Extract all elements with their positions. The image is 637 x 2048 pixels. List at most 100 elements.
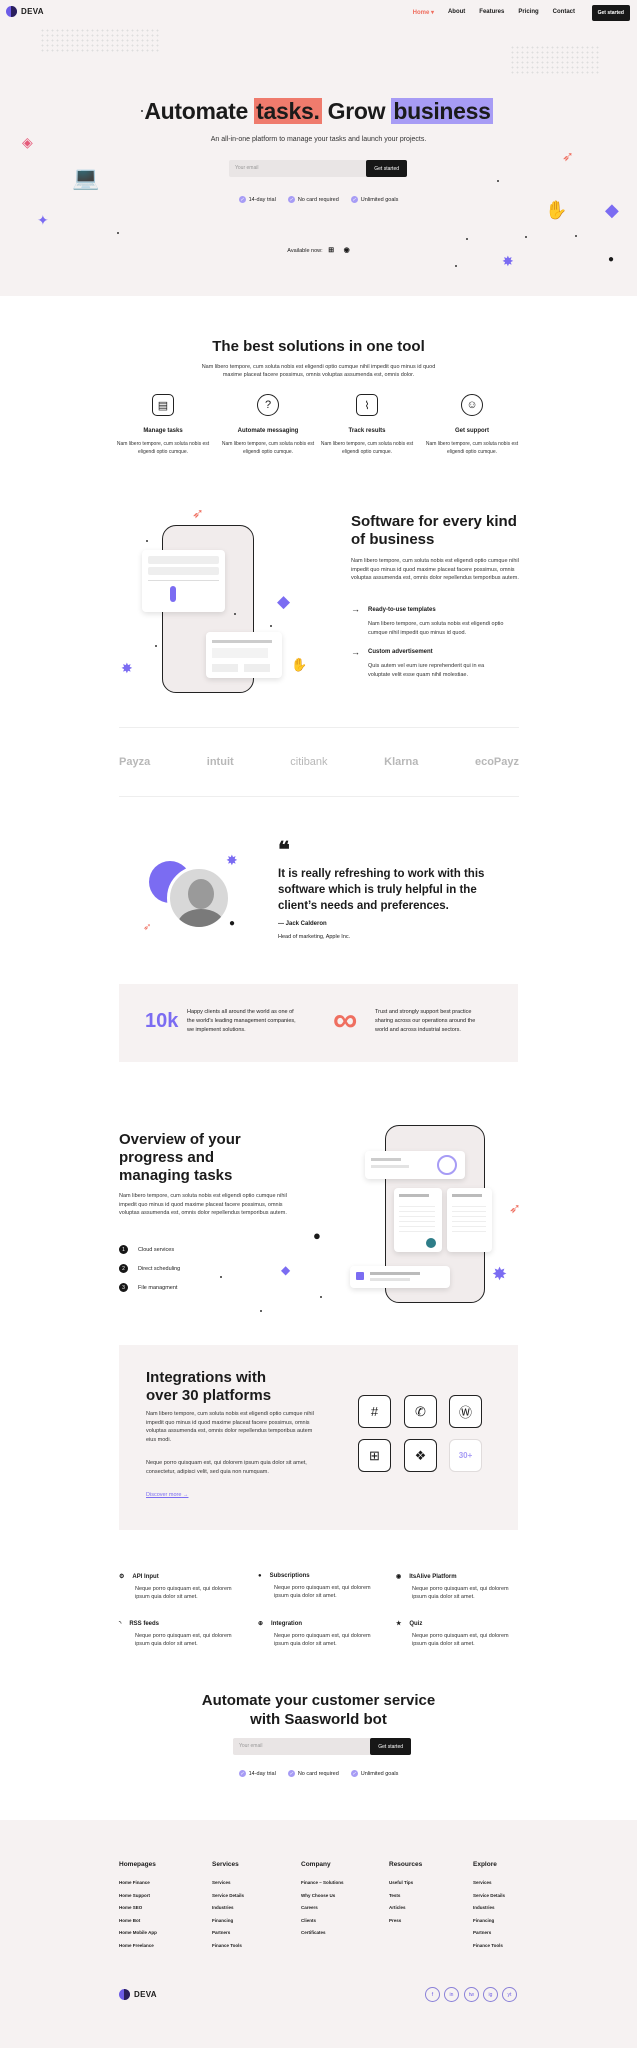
nav-pricing[interactable]: Pricing bbox=[518, 9, 538, 16]
check-icon: ✓ bbox=[350, 196, 358, 203]
instagram-icon[interactable]: ig bbox=[483, 1987, 498, 2002]
support-icon: ☺ bbox=[461, 394, 483, 416]
check-icon: ✓ bbox=[287, 1770, 295, 1777]
footer-link[interactable]: Service Details bbox=[212, 1893, 244, 1898]
check-item: ✓ 14-day trial bbox=[238, 196, 276, 203]
footer-link[interactable]: Home Mobile App bbox=[119, 1930, 157, 1935]
nav-links: Home ▾ About Features Pricing Contact bbox=[413, 9, 575, 16]
android-icon[interactable]: ◉ bbox=[344, 247, 350, 254]
divider bbox=[119, 796, 519, 797]
footer-link[interactable]: Financing bbox=[212, 1918, 244, 1923]
footer-link[interactable]: Industries bbox=[473, 1905, 505, 1910]
footer-link[interactable]: Home Support bbox=[119, 1893, 157, 1898]
stat-text: Happy clients all around the world as on… bbox=[187, 1009, 296, 1033]
github-icon: ◉ bbox=[396, 1574, 402, 1580]
check-item: ✓ No card required bbox=[287, 1770, 339, 1777]
quote-icon: ❝ bbox=[278, 837, 290, 862]
feature-desc: Nam libero tempore, cum soluta nobis est… bbox=[425, 441, 519, 455]
footer-link[interactable]: Clients bbox=[301, 1918, 344, 1923]
discover-more-link[interactable]: Discover more → bbox=[146, 1492, 188, 1498]
feature-desc: Nam libero tempore, cum soluta nobis est… bbox=[221, 441, 315, 455]
hero-section: Automate tasks. Grow business An all-in-… bbox=[0, 0, 637, 296]
more-integrations-badge[interactable]: 30+ bbox=[449, 1439, 482, 1472]
nav-contact[interactable]: Contact bbox=[553, 9, 575, 16]
chart-icon: ⌇ bbox=[356, 394, 378, 416]
dropbox-icon[interactable]: ❖ bbox=[404, 1439, 437, 1472]
footer-link[interactable]: Careers bbox=[301, 1905, 344, 1910]
cookie-icon: ● bbox=[608, 254, 615, 265]
facebook-icon[interactable]: f bbox=[425, 1987, 440, 2002]
brand-logo[interactable]: DEVA bbox=[6, 6, 44, 17]
arrow-right-icon: → bbox=[351, 604, 360, 614]
footer-link[interactable]: Services bbox=[473, 1880, 505, 1885]
footer-link[interactable]: Services bbox=[212, 1880, 244, 1885]
footer-link[interactable]: Financing bbox=[473, 1918, 505, 1923]
feature-card: ☺ Get support Nam libero tempore, cum so… bbox=[422, 394, 522, 456]
nav-about[interactable]: About bbox=[448, 9, 465, 16]
footer-logo[interactable]: DEVA bbox=[119, 1989, 157, 2000]
windows-icon[interactable]: ⊞ bbox=[358, 1439, 391, 1472]
plus-circle-icon: ⊕ bbox=[258, 1621, 264, 1627]
database-card bbox=[447, 1188, 492, 1252]
dot bbox=[234, 613, 236, 615]
software-item-desc: Nam libero tempore, cum soluta nobis est… bbox=[368, 621, 504, 636]
pink-gem-icon: ◈ bbox=[22, 134, 33, 150]
footer-column: Company Finance – Solutions Why Choose U… bbox=[301, 1861, 344, 1935]
footer-link[interactable]: Service Details bbox=[473, 1893, 505, 1898]
messenger-icon[interactable]: ✆ bbox=[404, 1395, 437, 1428]
cta-get-started-button[interactable]: Get started bbox=[370, 1738, 411, 1755]
arrow-right-icon: → bbox=[351, 647, 360, 657]
footer-link[interactable]: Home SEO bbox=[119, 1905, 157, 1910]
grid-feature: ◉ ItsAlive Platform Neque porro quisquam … bbox=[396, 1573, 509, 1601]
nav-get-started-button[interactable]: Get started bbox=[591, 5, 630, 21]
linkedin-icon[interactable]: in bbox=[444, 1987, 459, 2002]
footer-link[interactable]: Tests bbox=[389, 1893, 422, 1898]
dot bbox=[260, 1310, 262, 1312]
footer-link[interactable]: Finance Tools bbox=[473, 1943, 505, 1948]
logo-intuit: intuit bbox=[206, 756, 234, 768]
dot bbox=[146, 540, 148, 542]
footer-link[interactable]: Partners bbox=[473, 1930, 505, 1935]
feature-card: ⌇ Track results Nam libero tempore, cum … bbox=[317, 394, 417, 456]
grid-feature: ● Subscriptions Neque porro quisquam est,… bbox=[258, 1573, 371, 1599]
wordpress-icon[interactable]: Ⓦ bbox=[449, 1395, 482, 1428]
email-input[interactable]: Your email bbox=[235, 165, 258, 171]
footer-link[interactable]: Press bbox=[389, 1918, 422, 1923]
avatar bbox=[167, 866, 231, 930]
software-title: Software for every kind of business bbox=[351, 513, 517, 548]
widget-card bbox=[394, 1188, 442, 1252]
nav-features[interactable]: Features bbox=[479, 9, 504, 16]
footer-link[interactable]: Finance Tools bbox=[212, 1943, 244, 1948]
windows-icon[interactable]: ⊞ bbox=[328, 247, 334, 254]
footer-link[interactable]: Articles bbox=[389, 1905, 422, 1910]
check-icon: ✓ bbox=[350, 1770, 358, 1777]
slack-icon[interactable]: # bbox=[358, 1395, 391, 1428]
footer-link[interactable]: Industries bbox=[212, 1905, 244, 1910]
dot bbox=[455, 265, 457, 267]
star-icon: ★ bbox=[396, 1621, 402, 1627]
footer-link[interactable]: Useful Tips bbox=[389, 1880, 422, 1885]
email-input[interactable]: Your email bbox=[239, 1743, 262, 1749]
footer-link[interactable]: Finance – Solutions bbox=[301, 1880, 344, 1885]
logo-icon bbox=[6, 6, 17, 17]
number-badge: 2 bbox=[119, 1264, 128, 1273]
footer-link[interactable]: Home Bot bbox=[119, 1918, 157, 1923]
youtube-icon[interactable]: yt bbox=[502, 1987, 517, 2002]
footer-column: Resources Useful Tips Tests Articles Pre… bbox=[389, 1861, 423, 1923]
star-blob-icon: ✸ bbox=[502, 253, 514, 269]
footer-link[interactable]: Certificates bbox=[301, 1930, 344, 1935]
twitter-icon[interactable]: tw bbox=[464, 1987, 479, 2002]
software-text: Nam libero tempore, cum soluta nobis est… bbox=[351, 558, 519, 581]
check-icon: ✓ bbox=[238, 1770, 246, 1777]
divider bbox=[119, 727, 519, 728]
logo-klarna: Klarna bbox=[384, 756, 419, 768]
star-blob-icon: ✸ bbox=[226, 852, 238, 868]
hero-get-started-button[interactable]: Get started bbox=[366, 160, 407, 177]
footer-link[interactable]: Home Freelance bbox=[119, 1943, 157, 1948]
footer-link[interactable]: Home Finance bbox=[119, 1880, 157, 1885]
footer-link[interactable]: Partners bbox=[212, 1930, 244, 1935]
feature-title: Track results bbox=[348, 428, 386, 434]
logo-citibank: citibank bbox=[290, 756, 328, 768]
footer-link[interactable]: Why Choose Us bbox=[301, 1893, 344, 1898]
nav-home[interactable]: Home ▾ bbox=[413, 9, 434, 16]
